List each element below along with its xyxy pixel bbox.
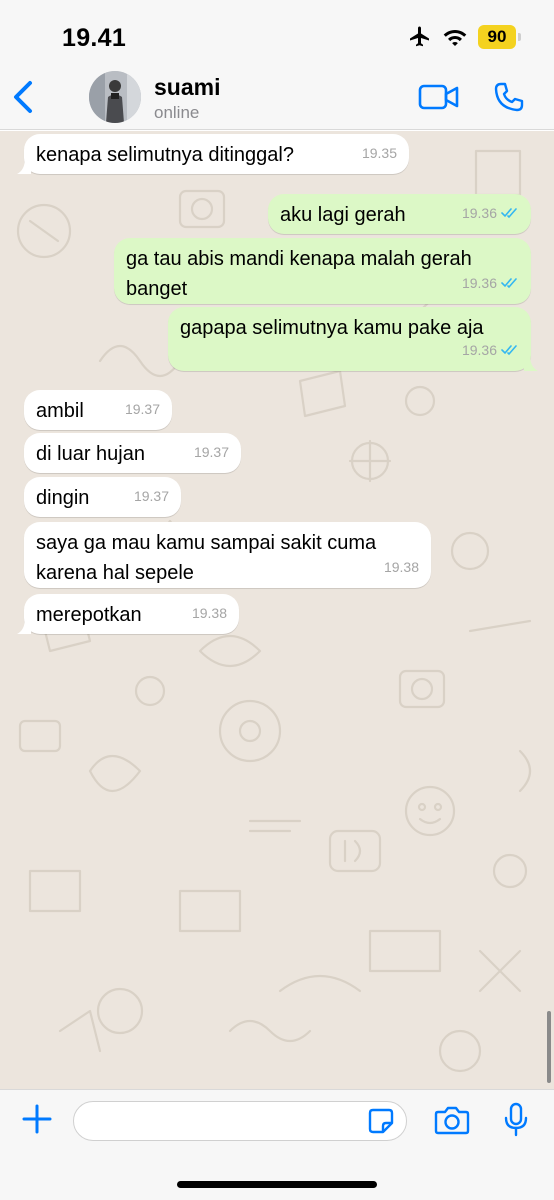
wifi-icon xyxy=(443,30,467,46)
message-incoming[interactable]: kenapa selimutnya ditinggal? 19.35 xyxy=(17,134,409,174)
message-incoming[interactable]: ambil 19.37 xyxy=(24,390,172,430)
message-text: gapapa selimutnya kamu pake aja xyxy=(180,317,484,339)
message-incoming[interactable]: dingin 19.37 xyxy=(24,477,181,517)
message-text: dingin xyxy=(36,487,90,509)
home-indicator[interactable] xyxy=(177,1181,377,1188)
read-ticks-icon xyxy=(501,345,517,356)
camera-icon[interactable] xyxy=(434,1105,470,1135)
message-time: 19.37 xyxy=(124,401,160,417)
message-input[interactable] xyxy=(73,1101,407,1141)
contact-name[interactable]: suami xyxy=(154,74,220,101)
message-outgoing[interactable]: ga tau abis mandi kenapa malah gerah ban… xyxy=(114,238,531,304)
status-time: 19.41 xyxy=(62,24,127,52)
airplane-icon xyxy=(410,26,429,47)
chat-area[interactable]: kenapa selimutnya ditinggal? 19.35 aku l… xyxy=(0,131,554,1089)
message-incoming[interactable]: di luar hujan 19.37 xyxy=(24,433,241,473)
message-text: di luar hujan xyxy=(36,443,145,465)
message-time: 19.36 xyxy=(462,198,519,228)
message-time: 19.37 xyxy=(133,488,169,504)
video-call-icon[interactable] xyxy=(418,83,460,111)
message-text: merepotkan xyxy=(36,604,142,626)
bubble-tail xyxy=(17,158,31,174)
avatar-image xyxy=(89,71,141,123)
message-outgoing[interactable]: aku lagi gerah 19.36 xyxy=(268,194,531,234)
chat-scrollbar[interactable] xyxy=(547,1011,551,1083)
message-text: kenapa selimutnya ditinggal? xyxy=(36,144,294,166)
message-outgoing[interactable]: gapapa selimutnya kamu pake aja 19.36 xyxy=(168,307,538,371)
back-chevron-icon[interactable] xyxy=(10,80,36,114)
battery-icon: 90 xyxy=(478,25,521,49)
battery-level: 90 xyxy=(487,27,507,46)
message-text: ambil xyxy=(36,400,84,422)
read-ticks-icon xyxy=(501,208,517,219)
message-time: 19.35 xyxy=(361,145,397,161)
message-text: aku lagi gerah xyxy=(280,204,406,226)
message-text-line: banget xyxy=(126,278,188,300)
bubble-tail xyxy=(524,355,538,371)
message-text-line: saya ga mau kamu sampai sakit cuma xyxy=(36,532,377,554)
sticker-icon[interactable] xyxy=(368,1108,394,1134)
phone-call-icon[interactable] xyxy=(493,81,525,113)
status-icons: 90 xyxy=(408,24,521,50)
status-bar: 19.41 90 xyxy=(0,0,554,66)
read-ticks-icon xyxy=(501,278,517,289)
message-incoming[interactable]: saya ga mau kamu sampai sakit cuma karen… xyxy=(24,522,431,588)
plus-icon[interactable] xyxy=(22,1104,52,1134)
message-time: 19.38 xyxy=(191,605,227,621)
message-text-line: karena hal sepele xyxy=(36,562,194,584)
message-time: 19.37 xyxy=(193,444,229,460)
message-time: 19.38 xyxy=(383,559,419,575)
message-incoming[interactable]: merepotkan 19.38 xyxy=(17,594,239,634)
contact-status: online xyxy=(154,103,200,122)
message-time: 19.36 xyxy=(462,268,519,298)
avatar[interactable] xyxy=(89,71,141,123)
bubble-tail xyxy=(17,618,31,634)
chat-header: suami online xyxy=(0,66,554,130)
message-time: 19.36 xyxy=(462,335,519,365)
microphone-icon[interactable] xyxy=(503,1102,529,1138)
message-text-line: ga tau abis mandi kenapa malah gerah xyxy=(126,248,472,270)
